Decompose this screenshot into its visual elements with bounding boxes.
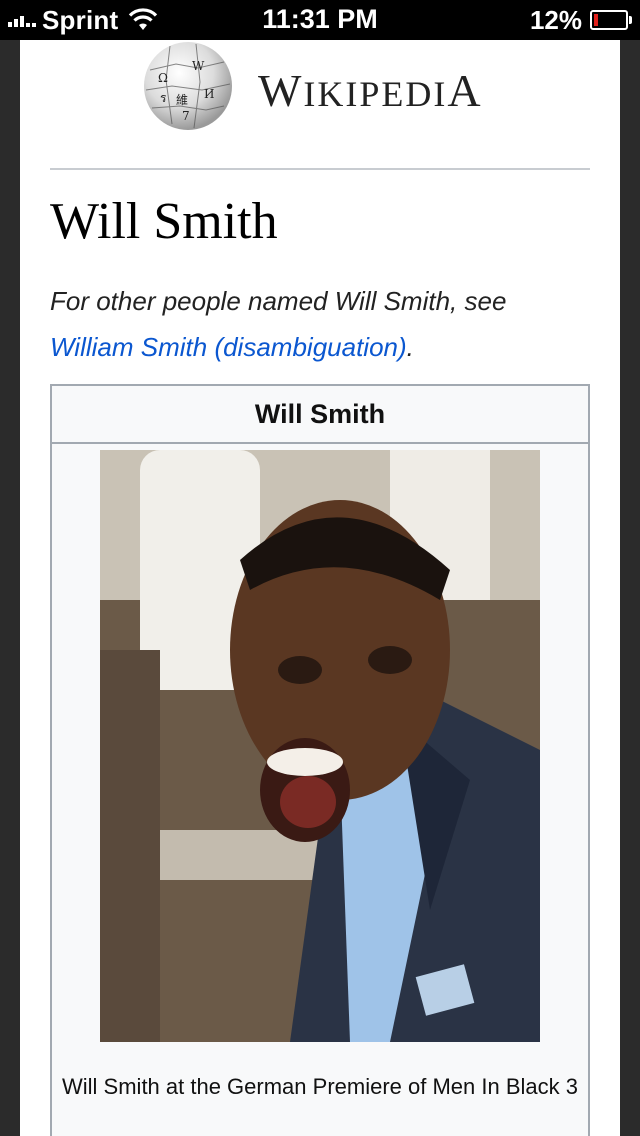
page-title: Will Smith <box>50 193 278 250</box>
infobox: Will Smith Will Smith at the German Prem… <box>50 384 590 1136</box>
wordmark-last: A <box>447 65 483 116</box>
disambiguation-link[interactable]: William Smith (disambiguation) <box>50 332 407 362</box>
status-bar: Sprint 11:31 PM 12% <box>0 0 640 40</box>
wordmark-middle: IKIPEDI <box>303 74 448 114</box>
battery-level <box>594 14 598 26</box>
hatnote-end: . <box>406 332 414 362</box>
hatnote-text: For other people named Will Smith, see <box>50 286 507 316</box>
infobox-title: Will Smith <box>52 386 588 444</box>
svg-text:7: 7 <box>182 109 190 123</box>
page-content[interactable]: Ω W И 維 ร 7 WIKIPEDIA Will Smith For oth… <box>20 40 620 1136</box>
site-header: Ω W И 維 ร 7 WIKIPEDIA <box>20 40 620 170</box>
wikipedia-wordmark[interactable]: WIKIPEDIA <box>258 64 483 117</box>
svg-text:W: W <box>192 59 205 73</box>
wordmark-first: W <box>258 65 304 116</box>
svg-text:維: 維 <box>176 93 188 107</box>
status-right: 12% <box>530 5 632 35</box>
battery-tip <box>629 16 632 24</box>
battery-percent: 12% <box>529 4 582 35</box>
header-divider <box>50 168 590 170</box>
svg-text:Ω: Ω <box>158 71 168 85</box>
infobox-caption: Will Smith at the German Premiere of Men… <box>62 1074 578 1099</box>
portrait-photo[interactable] <box>100 450 540 1042</box>
svg-text:ร: ร <box>160 91 167 105</box>
svg-text:И: И <box>204 87 214 101</box>
hatnote: For other people named Will Smith, see W… <box>50 278 590 370</box>
wikipedia-globe-icon[interactable]: Ω W И 維 ร 7 <box>136 40 240 132</box>
battery-icon <box>590 10 628 30</box>
